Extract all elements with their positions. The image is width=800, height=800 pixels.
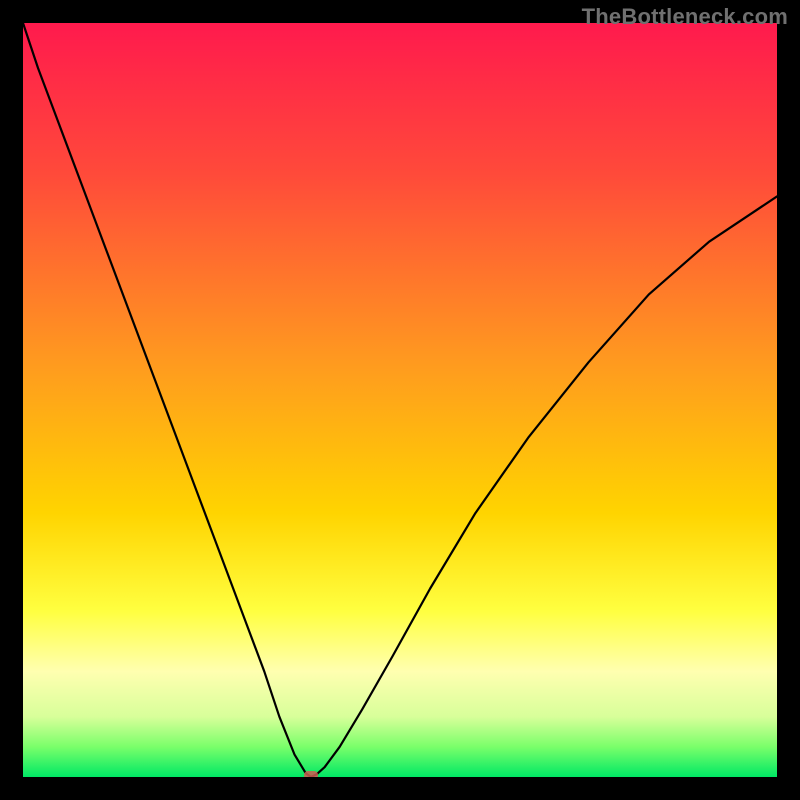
- bottleneck-plot: [23, 23, 777, 777]
- minimum-marker: [304, 771, 318, 777]
- gradient-bg: [23, 23, 777, 777]
- chart-frame: { "watermark": "TheBottleneck.com", "cha…: [0, 0, 800, 800]
- watermark-text: TheBottleneck.com: [582, 4, 788, 30]
